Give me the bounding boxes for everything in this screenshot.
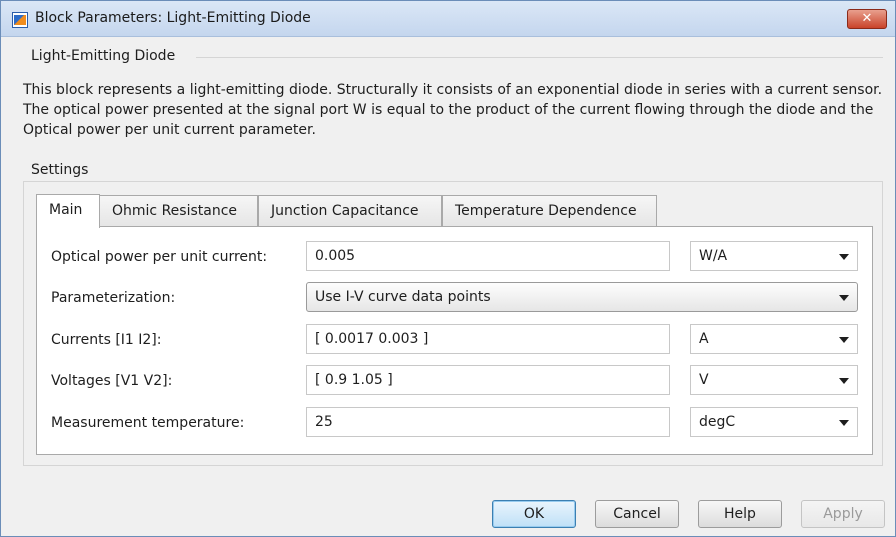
block-description: This block represents a light-emitting d…	[23, 82, 883, 138]
cancel-button[interactable]: Cancel	[595, 500, 679, 528]
group-divider	[196, 57, 883, 58]
chevron-down-icon	[839, 254, 849, 260]
tab-temperature-dependence[interactable]: Temperature Dependence	[442, 195, 657, 227]
tab-ohmic-resistance[interactable]: Ohmic Resistance	[99, 195, 258, 227]
chevron-down-icon	[839, 378, 849, 384]
ok-button[interactable]: OK	[492, 500, 576, 528]
optical-power-input[interactable]: 0.005	[306, 241, 670, 271]
voltages-label: Voltages [V1 V2]:	[51, 373, 173, 389]
optical-power-label: Optical power per unit current:	[51, 249, 268, 265]
chevron-down-icon	[839, 295, 849, 301]
close-button[interactable]: ✕	[847, 9, 887, 29]
title-bar: Block Parameters: Light-Emitting Diode ✕	[1, 1, 895, 37]
block-parameters-dialog: Block Parameters: Light-Emitting Diode ✕…	[0, 0, 896, 537]
currents-label: Currents [I1 I2]:	[51, 332, 162, 348]
measurement-temperature-unit-value: degC	[699, 414, 736, 430]
parameterization-select[interactable]: Use I-V curve data points	[306, 282, 858, 312]
currents-unit-select[interactable]: A	[690, 324, 858, 354]
voltages-unit-select[interactable]: V	[690, 365, 858, 395]
settings-group-title: Settings	[31, 162, 95, 178]
apply-button[interactable]: Apply	[801, 500, 885, 528]
simulink-block-icon	[12, 12, 28, 28]
description-group-title: Light-Emitting Diode	[31, 48, 176, 64]
help-button[interactable]: Help	[698, 500, 782, 528]
parameterization-value: Use I-V curve data points	[315, 289, 491, 305]
chevron-down-icon	[839, 337, 849, 343]
currents-input[interactable]: [ 0.0017 0.003 ]	[306, 324, 670, 354]
tab-main[interactable]: Main	[36, 194, 100, 228]
window-title: Block Parameters: Light-Emitting Diode	[35, 10, 311, 26]
measurement-temperature-unit-select[interactable]: degC	[690, 407, 858, 437]
chevron-down-icon	[839, 420, 849, 426]
voltages-unit-value: V	[699, 372, 709, 388]
voltages-input[interactable]: [ 0.9 1.05 ]	[306, 365, 670, 395]
optical-power-unit-value: W/A	[699, 248, 728, 264]
optical-power-unit-select[interactable]: W/A	[690, 241, 858, 271]
measurement-temperature-input[interactable]: 25	[306, 407, 670, 437]
currents-unit-value: A	[699, 331, 709, 347]
measurement-temperature-label: Measurement temperature:	[51, 415, 245, 431]
parameterization-label: Parameterization:	[51, 290, 176, 306]
tab-junction-capacitance[interactable]: Junction Capacitance	[258, 195, 442, 227]
